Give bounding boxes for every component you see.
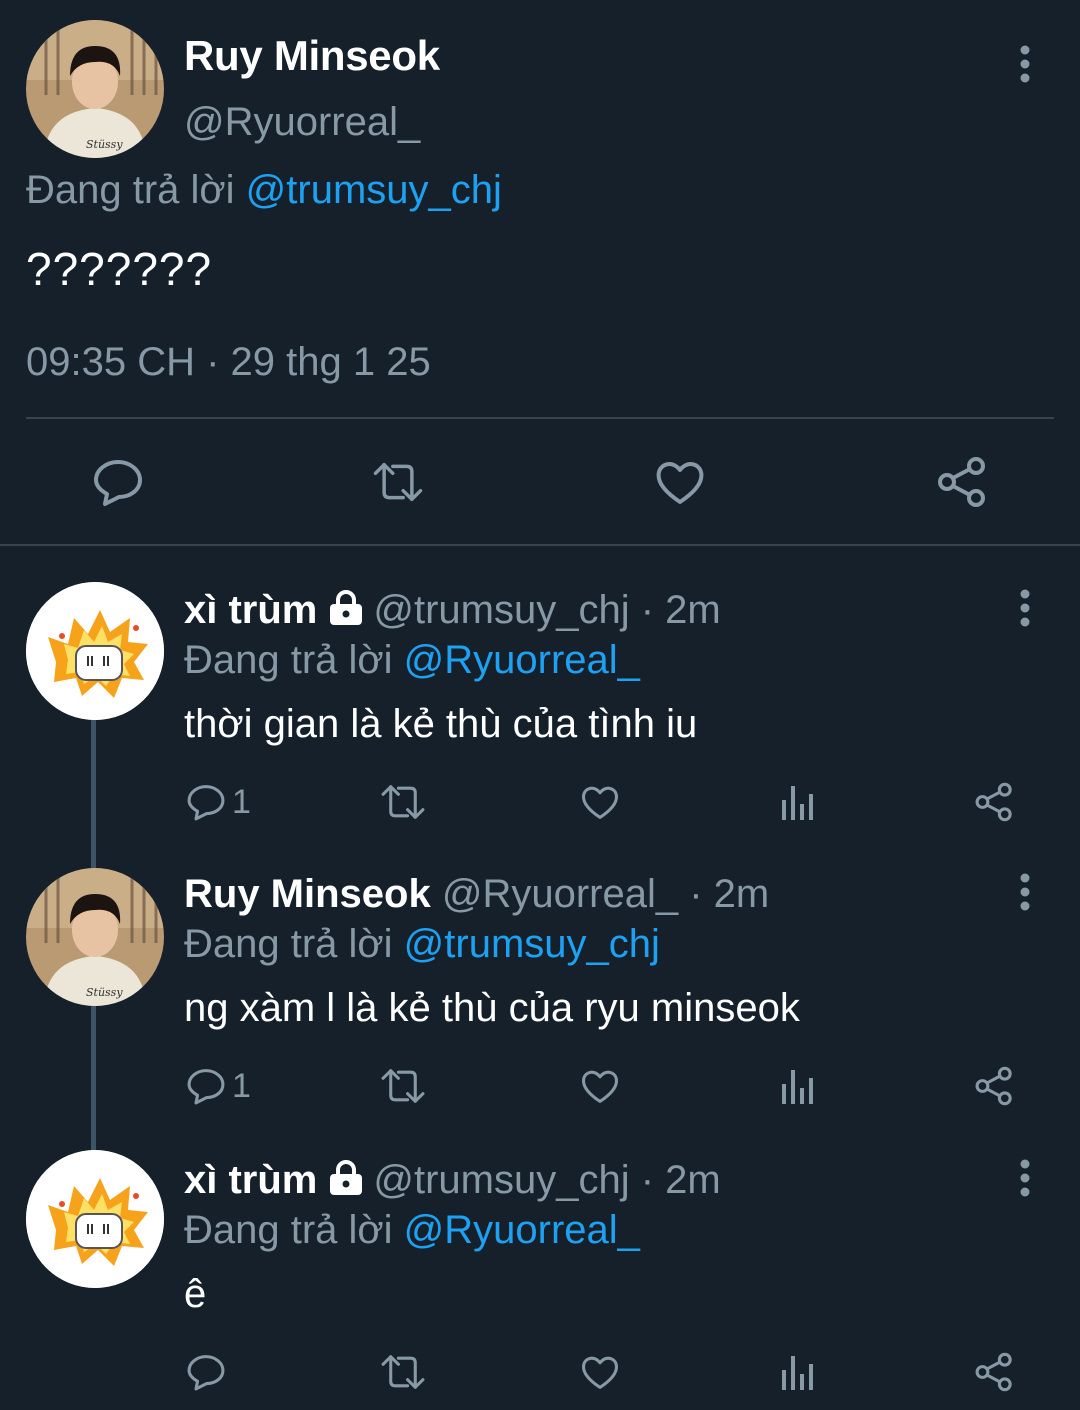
replying-to-line: Đang trả lời @trumsuy_chj (26, 168, 502, 213)
reply-icon (186, 1066, 226, 1106)
retweet-icon[interactable] (380, 1350, 426, 1394)
reply-header: xì trùm @trumsuy_chj · 2m (184, 588, 721, 633)
analytics-icon[interactable] (780, 1064, 816, 1108)
more-options-icon[interactable] (1010, 1156, 1040, 1200)
tweet-text: ng xàm l là kẻ thù của ryu minseok (184, 986, 800, 1030)
lock-icon (327, 590, 365, 626)
share-icon[interactable] (974, 1350, 1014, 1394)
tweet-time: 2m (665, 1158, 721, 1202)
avatar[interactable]: Stüssy (26, 868, 164, 1006)
analytics-icon[interactable] (780, 1350, 816, 1394)
author-name[interactable]: xì trùm (184, 588, 317, 632)
meta-separator: · (629, 588, 666, 632)
author-name[interactable]: Ruy Minseok (184, 32, 440, 80)
svg-text:Stüssy: Stüssy (86, 986, 123, 999)
share-icon[interactable] (936, 456, 988, 508)
reply-count: 1 (232, 782, 251, 821)
reply-icon (186, 782, 226, 822)
like-icon[interactable] (580, 780, 620, 824)
reply-count: 1 (232, 1066, 251, 1105)
tweet-text: ??????? (26, 243, 213, 295)
divider (0, 544, 1080, 546)
meta-separator: · (629, 1158, 666, 1202)
more-options-icon[interactable] (1010, 870, 1040, 914)
share-icon[interactable] (974, 1064, 1014, 1108)
thread-line (91, 1004, 96, 1152)
retweet-icon[interactable] (372, 456, 424, 508)
reply-button[interactable]: 1 (186, 780, 251, 824)
like-icon[interactable] (580, 1064, 620, 1108)
retweet-icon[interactable] (380, 780, 426, 824)
replying-prefix: Đang trả lời (26, 168, 235, 212)
lock-icon (327, 1160, 365, 1196)
mention-link[interactable]: @trumsuy_chj (404, 922, 660, 966)
avatar[interactable]: Stüssy (26, 20, 164, 158)
reply-icon[interactable] (92, 456, 144, 508)
reply-header: Ruy Minseok @Ryuorreal_ · 2m (184, 872, 769, 917)
author-name[interactable]: Ruy Minseok (184, 872, 431, 916)
replying-to-line: Đang trả lời @Ryuorreal_ (184, 1208, 640, 1253)
tweet-time: 09:35 CH (26, 340, 195, 384)
mention-link[interactable]: @trumsuy_chj (246, 168, 502, 212)
tweet-time: 2m (713, 872, 770, 916)
reply-icon (186, 1352, 226, 1392)
more-options-icon[interactable] (1010, 42, 1040, 86)
retweet-icon[interactable] (380, 1064, 426, 1108)
tweet-time: 2m (665, 588, 721, 632)
tweet-text: thời gian là kẻ thù của tình iu (184, 702, 698, 746)
avatar[interactable] (26, 1150, 164, 1288)
thread-line (91, 718, 96, 868)
author-handle[interactable]: @trumsuy_chj (373, 588, 629, 632)
analytics-icon[interactable] (780, 780, 816, 824)
meta-separator: · (678, 872, 714, 916)
tweet-date: 29 thg 1 25 (230, 340, 431, 384)
tweet-text: ê (184, 1272, 207, 1316)
mention-link[interactable]: @Ryuorreal_ (404, 638, 640, 682)
author-handle[interactable]: @Ryuorreal_ (184, 100, 420, 145)
tweet-timestamp: 09:35 CH · 29 thg 1 25 (26, 340, 431, 385)
mention-link[interactable]: @Ryuorreal_ (404, 1208, 640, 1252)
like-icon[interactable] (654, 456, 706, 508)
share-icon[interactable] (974, 780, 1014, 824)
replying-to-line: Đang trả lời @trumsuy_chj (184, 922, 660, 967)
replying-prefix: Đang trả lời (184, 638, 393, 682)
like-icon[interactable] (580, 1350, 620, 1394)
reply-header: xì trùm @trumsuy_chj · 2m (184, 1158, 721, 1203)
reply-button[interactable] (186, 1350, 232, 1394)
author-name[interactable]: xì trùm (184, 1158, 317, 1202)
tweet-thread-page: Stüssy Ruy Minseok @Ryuorreal_ Đang trả … (0, 0, 1080, 1410)
meta-separator: · (194, 340, 231, 384)
author-handle[interactable]: @trumsuy_chj (373, 1158, 629, 1202)
author-handle[interactable]: @Ryuorreal_ (442, 872, 678, 916)
replying-prefix: Đang trả lời (184, 1208, 393, 1252)
replying-prefix: Đang trả lời (184, 922, 393, 966)
replying-to-line: Đang trả lời @Ryuorreal_ (184, 638, 640, 683)
divider (26, 417, 1054, 419)
more-options-icon[interactable] (1010, 586, 1040, 630)
reply-button[interactable]: 1 (186, 1064, 251, 1108)
svg-text:Stüssy: Stüssy (86, 138, 123, 151)
avatar[interactable] (26, 582, 164, 720)
